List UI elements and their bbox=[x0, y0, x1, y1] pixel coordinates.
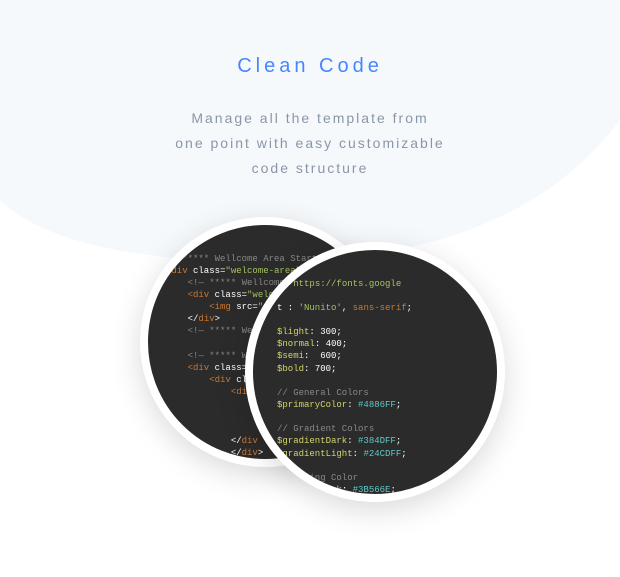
code-preview-container: !— ***** Wellcome Area Start ***** <div … bbox=[0, 217, 620, 577]
code-circle-right: l('https://fonts.google t : 'Nunito', sa… bbox=[245, 242, 505, 502]
section-subtitle: Manage all the template fromone point wi… bbox=[120, 106, 500, 182]
section-title: Clean Code bbox=[0, 55, 620, 78]
scss-code-snippet: l('https://fonts.google t : 'Nunito', sa… bbox=[277, 278, 412, 502]
